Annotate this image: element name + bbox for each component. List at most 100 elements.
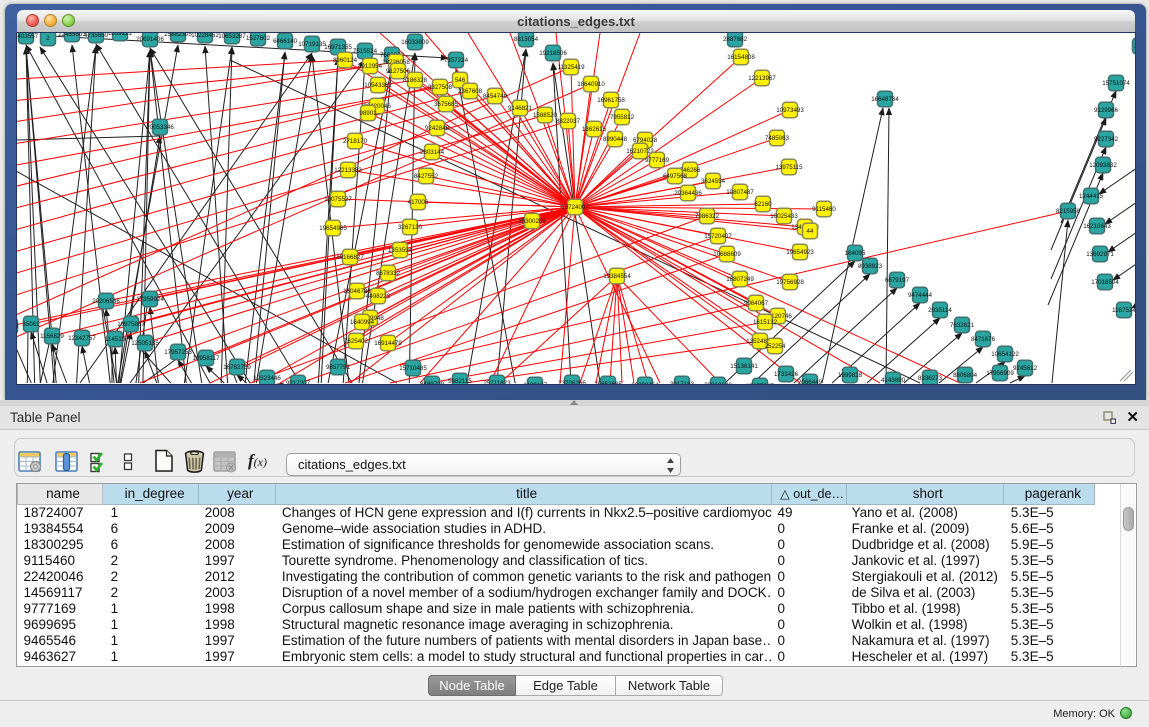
svg-text:1615132: 1615132 — [753, 319, 778, 326]
svg-text:4143890: 4143890 — [881, 377, 906, 384]
svg-text:12213383: 12213383 — [334, 167, 362, 174]
svg-text:1999828: 1999828 — [838, 372, 863, 379]
svg-text:16961758: 16961758 — [597, 97, 625, 104]
svg-text:164095: 164095 — [845, 250, 866, 257]
svg-text:19218506: 19218506 — [539, 50, 567, 57]
svg-text:25300205: 25300205 — [518, 218, 546, 225]
svg-text:9227342: 9227342 — [1094, 136, 1119, 143]
svg-text:2935114: 2935114 — [928, 307, 952, 314]
svg-text:20364436: 20364436 — [674, 190, 702, 197]
svg-text:1839221: 1839221 — [108, 33, 133, 37]
svg-text:16782759: 16782759 — [223, 364, 251, 371]
svg-text:7986322: 7986322 — [695, 213, 720, 220]
svg-text:15720407: 15720407 — [704, 233, 732, 240]
svg-text:10228452: 10228452 — [191, 33, 219, 39]
svg-text:12342757: 12342757 — [68, 335, 96, 342]
svg-text:20691406: 20691406 — [136, 36, 164, 43]
svg-text:7955812: 7955812 — [610, 114, 635, 121]
svg-text:3917183: 3917183 — [670, 381, 695, 384]
svg-text:3267130: 3267130 — [398, 224, 423, 231]
svg-text:6466140: 6466140 — [273, 38, 298, 45]
svg-text:3675685: 3675685 — [434, 101, 459, 108]
svg-text:9115460: 9115460 — [812, 206, 836, 213]
svg-text:7357224: 7357224 — [444, 57, 469, 64]
svg-text:8813054: 8813054 — [514, 36, 539, 43]
svg-text:1167534: 1167534 — [1112, 307, 1135, 314]
svg-text:9474444: 9474444 — [908, 292, 933, 299]
svg-text:11325419: 11325419 — [557, 64, 585, 71]
svg-text:44: 44 — [807, 228, 814, 235]
svg-text:10075527: 10075527 — [324, 196, 352, 203]
svg-text:2803144: 2803144 — [420, 149, 445, 156]
svg-text:10958117: 10958117 — [192, 355, 220, 362]
svg-text:2: 2 — [46, 35, 50, 42]
svg-text:17016504: 17016504 — [1091, 279, 1119, 286]
svg-text:6679197: 6679197 — [885, 277, 910, 284]
svg-text:10653287: 10653287 — [218, 33, 246, 40]
svg-text:10975867: 10975867 — [117, 321, 145, 328]
svg-text:8960124: 8960124 — [333, 57, 358, 64]
svg-text:16971355: 16971355 — [324, 44, 352, 51]
svg-text:4498222: 4498222 — [366, 293, 391, 300]
svg-text:10719135: 10719135 — [298, 41, 326, 48]
svg-text:12093832: 12093832 — [1089, 162, 1117, 169]
svg-text:114519: 114519 — [105, 336, 126, 343]
svg-text:62160: 62160 — [754, 201, 772, 208]
svg-text:19654923: 19654923 — [786, 249, 814, 256]
svg-text:4735650: 4735650 — [84, 33, 109, 39]
svg-text:16914479: 16914479 — [374, 340, 402, 347]
svg-text:7632621: 7632621 — [950, 322, 975, 329]
svg-text:1244415: 1244415 — [1079, 193, 1104, 200]
svg-text:18807249: 18807249 — [726, 276, 754, 283]
svg-text:12323446: 12323446 — [253, 375, 281, 382]
svg-text:17957253: 17957253 — [164, 349, 192, 356]
svg-text:18640910: 18640910 — [577, 81, 605, 88]
svg-text:9217207: 9217207 — [286, 380, 311, 384]
svg-text:15136141: 15136141 — [730, 363, 758, 370]
svg-text:12213967: 12213967 — [748, 75, 776, 82]
svg-text:10807487: 10807487 — [726, 189, 754, 196]
svg-text:4439167: 4439167 — [523, 382, 548, 384]
svg-text:16154808: 16154808 — [727, 54, 755, 61]
svg-text:8806804: 8806804 — [953, 372, 978, 379]
svg-text:10543362: 10543362 — [364, 82, 392, 89]
svg-text:7625402: 7625402 — [344, 338, 369, 345]
svg-text:1588520: 1588520 — [533, 112, 558, 119]
svg-text:9129966: 9129966 — [1094, 107, 1119, 114]
svg-text:20813640: 20813640 — [704, 382, 732, 384]
svg-text:3624554: 3624554 — [701, 178, 726, 185]
svg-text:25852685: 25852685 — [594, 381, 622, 384]
svg-text:1112: 1112 — [1134, 43, 1135, 50]
svg-text:1403557: 1403557 — [17, 33, 39, 40]
svg-text:13975115: 13975115 — [775, 164, 803, 171]
svg-text:7485063: 7485063 — [765, 135, 790, 142]
svg-text:25882305: 25882305 — [164, 33, 192, 38]
svg-text:8336273: 8336273 — [918, 375, 943, 382]
svg-text:1362615: 1362615 — [582, 126, 607, 133]
svg-text:417006: 417006 — [408, 199, 429, 206]
svg-text:35061: 35061 — [22, 321, 40, 328]
svg-text:8489709: 8489709 — [420, 381, 445, 384]
svg-text:8186328: 8186328 — [403, 77, 428, 84]
svg-text:23706266: 23706266 — [558, 380, 586, 384]
svg-text:19299464: 19299464 — [631, 382, 659, 384]
svg-text:9127506: 9127506 — [386, 68, 411, 75]
svg-text:10688609: 10688609 — [713, 251, 741, 258]
svg-text:2887682: 2887682 — [723, 36, 748, 43]
svg-text:5682115: 5682115 — [448, 378, 472, 384]
svg-text:10025433: 10025433 — [770, 213, 798, 220]
svg-text:9242848: 9242848 — [425, 125, 450, 132]
svg-text:22455603: 22455603 — [58, 33, 86, 38]
svg-text:19166827: 19166827 — [336, 254, 364, 261]
svg-text:19384554: 19384554 — [603, 273, 631, 280]
svg-text:8471676: 8471676 — [971, 336, 996, 343]
svg-text:1733426: 1733426 — [774, 371, 799, 378]
svg-text:252254: 252254 — [765, 343, 786, 350]
svg-text:17956909: 17956909 — [986, 370, 1014, 377]
svg-text:1640994: 1640994 — [350, 319, 375, 326]
svg-text:16210643: 16210643 — [1083, 223, 1111, 230]
svg-text:98901: 98901 — [359, 110, 377, 117]
svg-text:8454749: 8454749 — [483, 93, 508, 100]
svg-text:9777169: 9777169 — [645, 157, 670, 164]
svg-text:17359924: 17359924 — [136, 296, 164, 303]
